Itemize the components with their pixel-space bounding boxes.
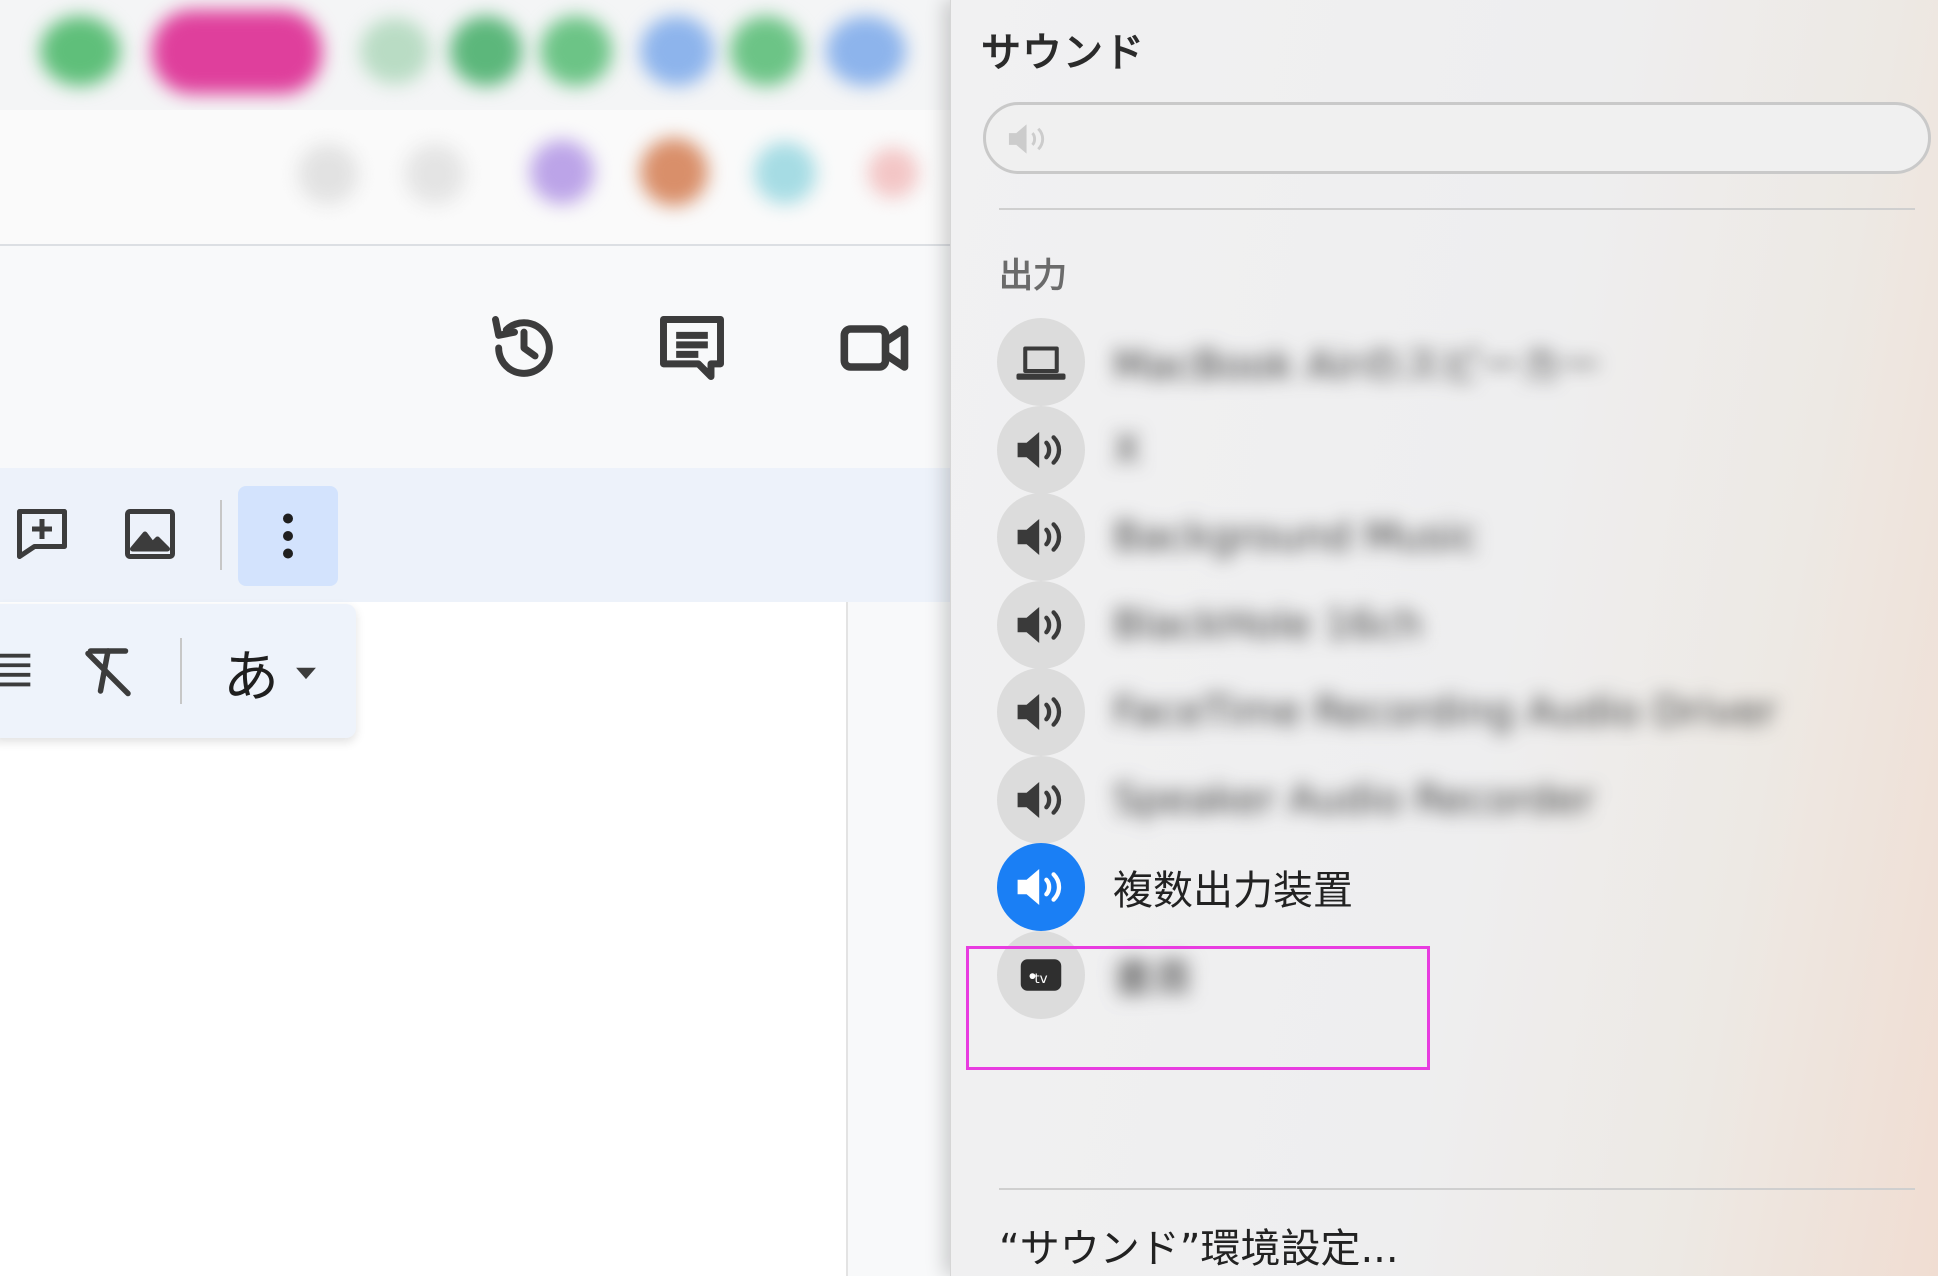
browser-tab-strip <box>0 0 960 110</box>
more-options-button[interactable] <box>238 486 338 586</box>
screen: あ サウンド 出力 MacBook Airのスピーカー X Background M… <box>0 0 1938 1276</box>
blurred-favicon <box>450 16 522 86</box>
device-label: Background Music <box>1113 514 1479 560</box>
blurred-bookmark-icon <box>298 144 358 204</box>
blurred-favicon <box>540 16 612 86</box>
browser-bookmarks-bar <box>0 110 960 245</box>
speaker-icon <box>1017 781 1062 818</box>
comments-icon[interactable] <box>652 308 732 388</box>
docs-toolbar <box>0 468 960 602</box>
toolbar-separator <box>180 638 182 704</box>
output-section-label: 出力 <box>999 256 1067 296</box>
document-header <box>0 246 960 468</box>
speaker-icon <box>1017 606 1062 643</box>
blurred-bookmark-icon <box>530 140 594 204</box>
add-comment-icon <box>17 509 67 559</box>
device-label: MacBook Airのスピーカー <box>1113 343 1602 389</box>
list-format-button[interactable] <box>0 636 40 706</box>
device-label: 複数出力装置 <box>1113 868 1353 914</box>
device-label: 書斎 <box>1113 955 1193 1002</box>
volume-low-icon <box>1008 124 1045 154</box>
output-device-item[interactable]: MacBook Airのスピーカー <box>997 312 1897 412</box>
insert-image-button[interactable] <box>110 494 190 574</box>
overflow-toolbar: あ <box>0 604 356 738</box>
device-icon-circle <box>997 318 1085 406</box>
device-icon-circle <box>997 668 1085 756</box>
apple-tv-icon: tv <box>1020 958 1062 991</box>
device-icon-circle <box>997 405 1085 494</box>
more-vertical-icon <box>283 513 293 559</box>
docs-app-window: あ <box>0 0 960 1276</box>
sound-preferences-link[interactable]: “サウンド”環境設定... <box>999 1216 1399 1274</box>
speaker-icon <box>1017 694 1062 730</box>
device-label: Speaker Audio Recorder <box>1113 776 1595 823</box>
blurred-favicon <box>826 16 906 86</box>
blurred-tab <box>152 10 322 94</box>
output-device-item[interactable]: FaceTime Recording Audio Driver <box>997 662 1897 762</box>
volume-slider[interactable] <box>983 102 1931 174</box>
output-device-item[interactable]: BlackHole 16ch <box>997 575 1897 675</box>
blurred-favicon <box>730 16 802 86</box>
caret-down-icon <box>296 667 316 680</box>
device-label: X <box>1113 426 1141 473</box>
version-history-icon[interactable] <box>484 308 564 388</box>
blurred-bookmark-icon <box>754 142 816 204</box>
clear-formatting-icon <box>85 648 131 697</box>
input-mode-button[interactable]: あ <box>208 634 338 710</box>
clear-formatting-button[interactable] <box>70 636 146 706</box>
device-icon-circle <box>997 493 1085 581</box>
speaker-icon <box>1017 431 1062 468</box>
input-mode-label: あ <box>223 644 279 710</box>
blurred-bookmark-icon <box>640 138 708 206</box>
device-label: BlackHole 16ch <box>1113 601 1423 648</box>
meet-video-icon[interactable] <box>836 308 916 388</box>
output-device-item[interactable]: Speaker Audio Recorder <box>997 750 1897 850</box>
list-icon <box>0 653 31 687</box>
output-device-item[interactable]: X <box>997 400 1897 500</box>
blurred-favicon <box>40 16 120 86</box>
page-margin <box>848 602 960 1276</box>
menu-divider <box>999 1188 1915 1190</box>
menu-divider <box>999 208 1915 210</box>
blurred-favicon <box>360 18 430 84</box>
output-device-item[interactable]: 複数出力装置 <box>997 837 1897 937</box>
output-device-item[interactable]: tv 書斎 <box>997 925 1897 1025</box>
speaker-icon <box>1017 869 1062 905</box>
image-icon <box>125 509 175 559</box>
toolbar-separator <box>220 500 222 570</box>
add-comment-button[interactable] <box>2 494 82 574</box>
speaker-icon <box>1017 519 1062 555</box>
blurred-favicon <box>640 16 714 86</box>
device-icon-circle: tv <box>997 930 1085 1019</box>
device-icon-circle <box>997 843 1085 931</box>
svg-text:tv: tv <box>1034 970 1047 986</box>
blurred-bookmark-icon <box>868 148 918 198</box>
device-label: FaceTime Recording Audio Driver <box>1113 689 1777 735</box>
output-device-item[interactable]: Background Music <box>997 487 1897 587</box>
blurred-bookmark-icon <box>405 144 465 204</box>
sound-menu: サウンド 出力 MacBook Airのスピーカー X Background Mus… <box>950 0 1938 1276</box>
device-icon-circle <box>997 580 1085 669</box>
device-icon-circle <box>997 755 1085 844</box>
laptop-icon <box>1016 346 1066 380</box>
sound-menu-title: サウンド <box>981 30 1145 76</box>
